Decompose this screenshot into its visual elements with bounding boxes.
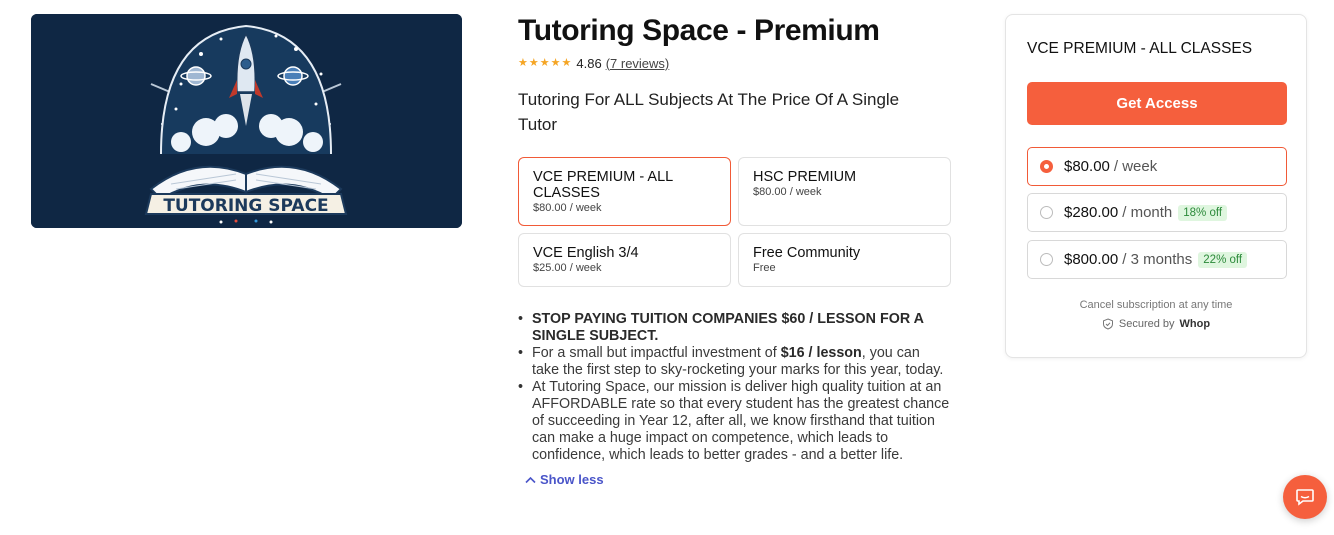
option-price: $800.00 <box>1064 251 1119 268</box>
product-title: Tutoring Space - Premium <box>518 14 880 47</box>
discount-badge: 18% off <box>1178 204 1228 221</box>
description-list: STOP PAYING TUITION COMPANIES $60 / LESS… <box>518 311 950 464</box>
star-icon: ★ <box>528 56 539 69</box>
option-period: / 3 months <box>1122 251 1193 268</box>
star-icon: ★ <box>518 56 528 69</box>
cancel-notice: Cancel subscription at any time <box>1079 299 1233 311</box>
radio-icon <box>1040 253 1053 266</box>
get-access-button[interactable]: Get Access <box>1027 82 1287 125</box>
purchase-card: VCE PREMIUM - ALL CLASSES Get Access $80… <box>1005 14 1307 358</box>
plan-name: HSC PREMIUM <box>753 169 857 185</box>
product-banner-image: TUTORING SPACE <box>31 14 462 228</box>
plan-grid: VCE PREMIUM - ALL CLASSES $80.00 / week … <box>518 157 951 287</box>
star-icon: ★ <box>539 56 550 69</box>
chat-launcher-button[interactable] <box>1283 475 1327 519</box>
plan-price: $80.00 / week <box>753 186 822 198</box>
plan-name: VCE English 3/4 <box>533 245 639 261</box>
radio-selected-icon <box>1040 160 1053 173</box>
plan-price: $25.00 / week <box>533 262 602 274</box>
secured-by: Secured by Whop <box>1006 318 1306 330</box>
chevron-up-icon <box>525 476 536 483</box>
star-icon: ★ <box>561 56 572 69</box>
show-less-label: Show less <box>540 472 604 487</box>
secured-prefix: Secured by <box>1118 318 1175 330</box>
rating-stars: ★ ★ ★ ★ ★ <box>518 56 572 69</box>
plan-name: Free Community <box>753 245 861 261</box>
radio-icon <box>1040 206 1053 219</box>
description-text: At Tutoring Space, our mission is delive… <box>532 379 950 463</box>
description-item: At Tutoring Space, our mission is delive… <box>518 379 950 464</box>
option-price: $80.00 <box>1064 158 1110 175</box>
billing-option-weekly[interactable]: $80.00 / week <box>1027 147 1287 186</box>
card-title: VCE PREMIUM - ALL CLASSES <box>1027 40 1253 57</box>
description-text: For a small but impactful investment of <box>532 345 781 361</box>
whop-brand: Whop <box>1179 318 1211 330</box>
billing-option-monthly[interactable]: $280.00 / month 18% off <box>1027 193 1287 232</box>
description-bold-text: STOP PAYING TUITION COMPANIES $60 / LESS… <box>532 311 924 344</box>
plan-card-free-community[interactable]: Free Community Free <box>738 233 951 287</box>
plan-price: Free <box>753 262 776 274</box>
star-icon: ★ <box>550 56 561 69</box>
show-less-button[interactable]: Show less <box>525 472 950 487</box>
rating-row: ★ ★ ★ ★ ★ 4.86 (7 reviews) <box>518 55 950 71</box>
chat-bubble-icon <box>1296 489 1314 506</box>
plan-card-vce-premium[interactable]: VCE PREMIUM - ALL CLASSES $80.00 / week <box>518 157 731 226</box>
rating-value: 4.86 <box>576 55 602 71</box>
discount-badge: 22% off <box>1198 251 1248 268</box>
product-subtitle: Tutoring For ALL Subjects At The Price O… <box>518 90 900 134</box>
description-item: STOP PAYING TUITION COMPANIES $60 / LESS… <box>518 311 950 345</box>
plan-price: $80.00 / week <box>533 202 602 214</box>
description-bold-text: $16 / lesson <box>780 345 862 361</box>
description-item: For a small but impactful investment of … <box>518 345 950 379</box>
tutoring-space-logo: TUTORING SPACE <box>31 14 462 228</box>
shield-check-icon <box>1102 318 1113 330</box>
product-details: Tutoring Space - Premium ★ ★ ★ ★ ★ 4.86 … <box>518 14 951 487</box>
reviews-link[interactable]: (7 reviews) <box>606 56 670 71</box>
plan-name: VCE PREMIUM - ALL CLASSES <box>533 169 673 201</box>
option-price: $280.00 <box>1064 204 1119 221</box>
option-period: / month <box>1122 204 1173 221</box>
billing-option-3-months[interactable]: $800.00 / 3 months 22% off <box>1027 240 1287 279</box>
option-period: / week <box>1113 158 1158 175</box>
banner-logo-text: TUTORING SPACE <box>163 196 328 216</box>
plan-card-vce-english[interactable]: VCE English 3/4 $25.00 / week <box>518 233 731 287</box>
plan-card-hsc-premium[interactable]: HSC PREMIUM $80.00 / week <box>738 157 951 226</box>
